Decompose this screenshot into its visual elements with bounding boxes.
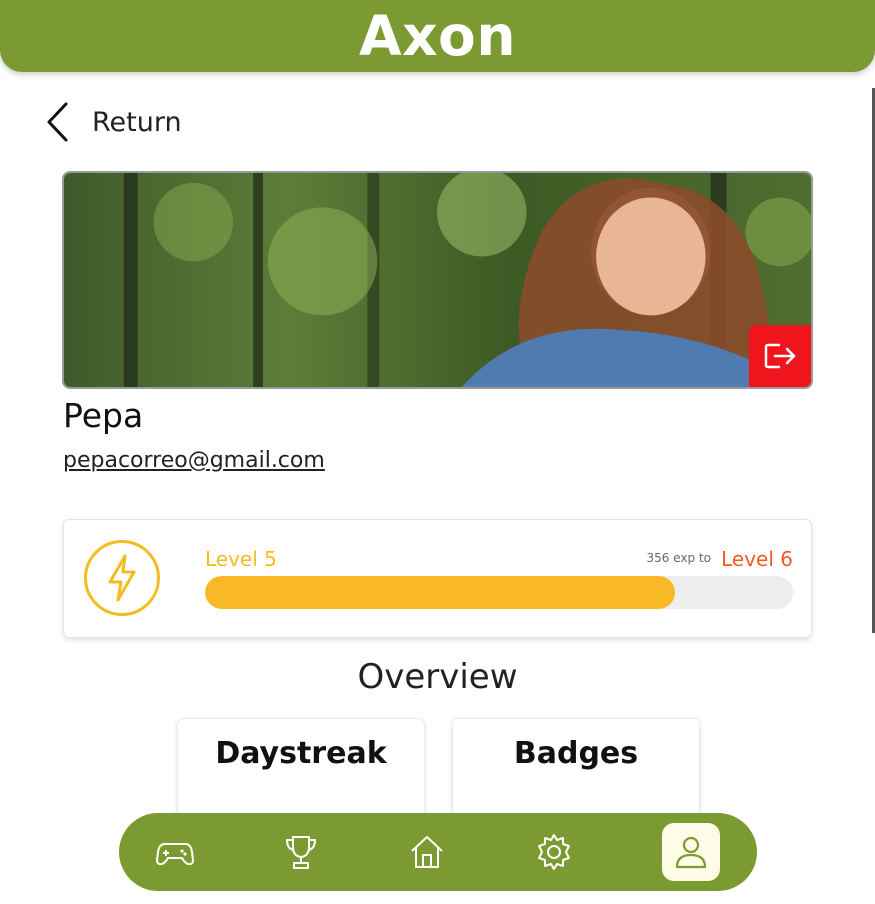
trophy-icon bbox=[285, 836, 317, 869]
gamepad-icon bbox=[156, 843, 194, 866]
current-level: Level 5 bbox=[205, 547, 277, 571]
nav-rankings[interactable] bbox=[272, 823, 330, 881]
next-level: Level 6 bbox=[721, 547, 793, 571]
badges-title: Badges bbox=[513, 736, 639, 771]
level-badge bbox=[84, 540, 160, 616]
logout-button[interactable] bbox=[749, 325, 811, 387]
profile-name: Pepa bbox=[63, 396, 144, 435]
bottom-navigation bbox=[119, 813, 757, 891]
nav-settings[interactable] bbox=[525, 823, 583, 881]
badges-card[interactable]: Badges bbox=[452, 718, 700, 828]
app-header: Axon bbox=[0, 0, 875, 72]
daystreak-card[interactable]: Daystreak bbox=[177, 718, 425, 828]
nav-profile[interactable] bbox=[662, 823, 720, 881]
nav-home[interactable] bbox=[398, 823, 456, 881]
home-icon bbox=[411, 836, 443, 868]
return-label: Return bbox=[92, 106, 182, 138]
level-progress-fill bbox=[205, 576, 676, 609]
level-progress-bar bbox=[205, 576, 793, 609]
banner-photo bbox=[64, 173, 811, 387]
logout-icon bbox=[764, 343, 796, 369]
profile-banner bbox=[62, 171, 813, 389]
nav-games[interactable] bbox=[146, 823, 204, 881]
exp-remaining: 356 exp to bbox=[646, 551, 711, 565]
daystreak-title: Daystreak bbox=[215, 736, 387, 771]
lightning-icon bbox=[108, 554, 136, 602]
app-title: Axon bbox=[359, 4, 516, 68]
return-button[interactable]: Return bbox=[44, 100, 182, 144]
profile-icon bbox=[675, 836, 707, 869]
chevron-left-icon bbox=[47, 102, 68, 142]
overview-title: Overview bbox=[357, 657, 518, 697]
settings-icon bbox=[538, 834, 570, 870]
profile-email[interactable]: pepacorreo@gmail.com bbox=[63, 448, 325, 473]
level-card: Level 5 356 exp to Level 6 bbox=[63, 519, 812, 638]
